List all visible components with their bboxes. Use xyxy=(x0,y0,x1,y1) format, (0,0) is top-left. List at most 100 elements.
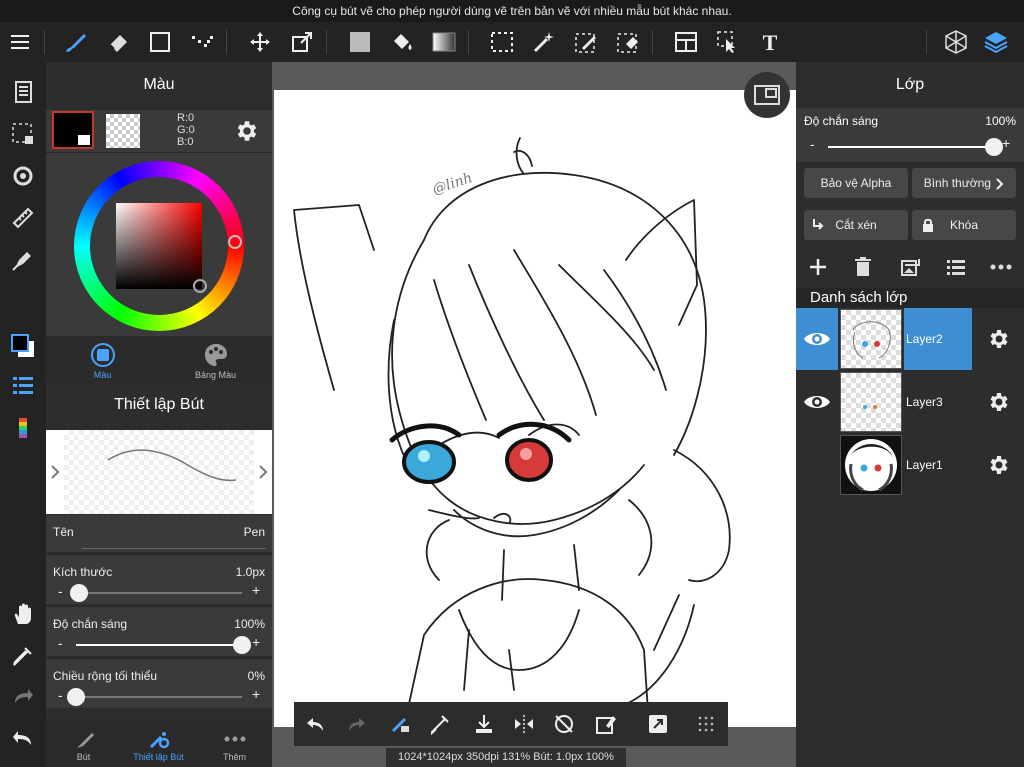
min-width-value: 0% xyxy=(247,669,265,683)
panel-layout-icon[interactable] xyxy=(666,22,706,62)
3d-cube-icon[interactable] xyxy=(936,22,976,62)
layer-gear-icon[interactable] xyxy=(976,434,1022,496)
opacity-plus-button[interactable]: + xyxy=(252,634,260,650)
square-icon[interactable] xyxy=(140,22,180,62)
min-width-minus-button[interactable]: - xyxy=(58,687,63,703)
pen-eraser-icon[interactable] xyxy=(3,242,43,278)
eye-icon[interactable] xyxy=(796,371,838,433)
size-minus-button[interactable]: - xyxy=(58,583,63,599)
color-swatch-icon[interactable] xyxy=(3,328,43,364)
select-pen-icon[interactable] xyxy=(566,22,606,62)
hidden-eye-icon[interactable] xyxy=(796,434,838,496)
layer-gear-icon[interactable] xyxy=(976,308,1022,370)
layer-thumbnail xyxy=(840,372,902,432)
delete-layer-icon[interactable] xyxy=(854,257,872,277)
left-tool-rail xyxy=(0,62,46,767)
menu-icon[interactable] xyxy=(0,22,40,62)
redo-button-icon[interactable] xyxy=(336,704,376,744)
tab-palette[interactable]: Bảng Màu xyxy=(159,336,272,382)
magic-wand-icon[interactable] xyxy=(524,22,564,62)
canvas-area[interactable]: @linh 1024*1024px 350dpi 131% Bút: 1.0px… xyxy=(272,62,796,767)
layer-opacity-plus-button[interactable]: + xyxy=(1002,135,1010,151)
layer-opacity-box: Độ chắn sáng 100% - + xyxy=(796,108,1024,162)
brush-settings-title: Thiết lập Bút xyxy=(46,382,272,428)
layer-row-layer2[interactable]: Layer2 xyxy=(796,308,1024,370)
layers-icon[interactable] xyxy=(976,22,1016,62)
add-layer-icon[interactable] xyxy=(808,257,828,277)
rotate-icon[interactable] xyxy=(3,158,43,194)
select-eraser-icon[interactable] xyxy=(608,22,648,62)
min-width-slider-knob[interactable] xyxy=(67,688,85,706)
import-icon[interactable] xyxy=(464,704,504,744)
gradient-icon[interactable] xyxy=(424,22,464,62)
clipping-button[interactable]: Cắt xén xyxy=(804,210,908,240)
layer-thumbnail xyxy=(840,309,902,369)
rgb-g: G:0 xyxy=(177,124,195,136)
tab-more[interactable]: Thêm xyxy=(197,720,272,767)
layer-opacity-slider-knob[interactable] xyxy=(985,138,1003,156)
bucket-icon[interactable] xyxy=(382,22,422,62)
layer-row-layer1[interactable]: Layer1 xyxy=(796,434,1024,496)
layer-thumbnail xyxy=(840,435,902,495)
tab-color[interactable]: Màu xyxy=(46,336,159,382)
eraser-icon[interactable] xyxy=(98,22,138,62)
brush-name-row[interactable]: Tên Pen xyxy=(46,514,272,552)
undo-button-icon[interactable] xyxy=(296,704,336,744)
redo-icon[interactable] xyxy=(3,678,43,714)
view-toggle-button[interactable] xyxy=(744,72,790,118)
layer-row-layer3[interactable]: Layer3 xyxy=(796,371,1024,433)
eyedropper-icon[interactable] xyxy=(3,638,43,674)
hand-icon[interactable] xyxy=(3,596,43,632)
layer-gear-icon[interactable] xyxy=(976,371,1022,433)
eyedropper-button-icon[interactable] xyxy=(420,704,460,744)
drawing-canvas[interactable]: @linh xyxy=(274,90,796,727)
saturation-value-square[interactable] xyxy=(116,203,202,289)
tab-brush[interactable]: Bút xyxy=(46,720,121,767)
brush-size-row: Kích thước 1.0px - + xyxy=(46,554,272,604)
eye-icon[interactable] xyxy=(796,308,838,370)
brush-icon[interactable] xyxy=(56,22,96,62)
marquee-icon[interactable] xyxy=(482,22,522,62)
size-slider-knob[interactable] xyxy=(70,584,89,602)
fill-color-icon[interactable] xyxy=(340,22,380,62)
opacity-slider-knob[interactable] xyxy=(233,636,251,654)
min-width-label: Chiều rộng tối thiểu xyxy=(53,669,158,683)
palette-strip-icon[interactable] xyxy=(3,410,43,446)
share-icon[interactable] xyxy=(638,704,678,744)
transform-icon[interactable] xyxy=(282,22,322,62)
alpha-protect-button[interactable]: Bảo vệ Alpha xyxy=(804,168,908,198)
lock-icon xyxy=(922,218,934,232)
blend-mode-button[interactable]: Bình thường xyxy=(912,168,1016,198)
primary-color-swatch[interactable] xyxy=(52,111,94,149)
rotate-canvas-icon[interactable] xyxy=(544,704,584,744)
min-width-plus-button[interactable]: + xyxy=(252,686,260,702)
color-settings-gear-icon[interactable] xyxy=(234,118,260,144)
grid-dots-icon[interactable] xyxy=(686,704,726,744)
brush-list-icon[interactable] xyxy=(3,368,43,404)
brush-eraser-toggle-icon[interactable] xyxy=(380,704,420,744)
text-icon[interactable]: T xyxy=(750,22,790,62)
dot-pattern-icon[interactable] xyxy=(182,22,222,62)
lock-button[interactable]: Khóa xyxy=(912,210,1016,240)
sv-handle[interactable] xyxy=(193,279,207,293)
move-icon[interactable] xyxy=(240,22,280,62)
layer-list-icon[interactable] xyxy=(946,257,966,277)
opacity-minus-button[interactable]: - xyxy=(58,635,63,651)
blend-mode-label: Bình thường xyxy=(923,176,991,190)
pages-icon[interactable] xyxy=(3,74,43,110)
selection-icon[interactable] xyxy=(3,116,43,152)
flip-horizontal-icon[interactable] xyxy=(504,704,544,744)
layer-image-icon[interactable] xyxy=(900,257,920,277)
undo-icon[interactable] xyxy=(3,720,43,756)
layer-opacity-minus-button[interactable]: - xyxy=(810,136,815,152)
select-arrow-icon[interactable] xyxy=(708,22,748,62)
size-plus-button[interactable]: + xyxy=(252,582,260,598)
secondary-color-swatch[interactable] xyxy=(106,114,140,148)
hue-handle[interactable] xyxy=(228,235,242,249)
more-icon[interactable] xyxy=(990,257,1012,277)
size-slider-track[interactable] xyxy=(76,592,242,594)
min-width-slider-track[interactable] xyxy=(76,696,242,698)
clear-layer-icon[interactable] xyxy=(586,704,626,744)
tab-brush-settings[interactable]: Thiết lập Bút xyxy=(121,720,196,767)
ruler-icon[interactable] xyxy=(3,200,43,236)
